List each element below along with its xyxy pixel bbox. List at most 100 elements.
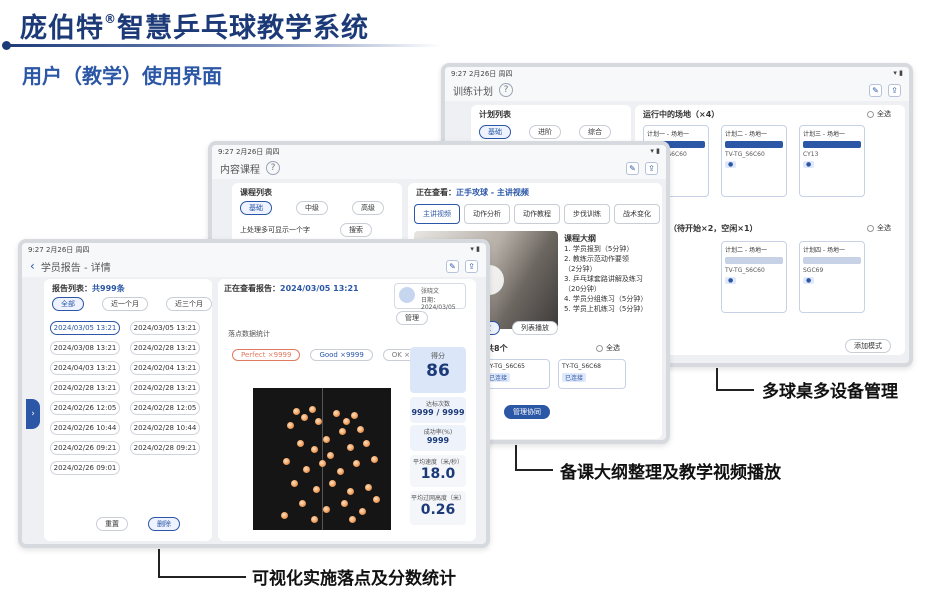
tab-motion-analysis[interactable]: 动作分析 xyxy=(464,204,510,224)
delete-button[interactable]: 删除 xyxy=(148,517,180,531)
status-bar: 9:27 2月26日 周四 ▾ ▮ xyxy=(445,67,909,79)
help-icon[interactable]: ? xyxy=(499,83,513,97)
top-bar: ‹ 学员报告 - 详情 ✎ ⇪ xyxy=(22,255,486,277)
landing-point xyxy=(351,412,358,419)
filter-mid[interactable]: 中级 xyxy=(296,201,328,215)
device-card[interactable]: TY-TG_S6C65 已连接 xyxy=(482,359,550,389)
landing-point xyxy=(349,516,356,523)
report-date[interactable]: 2024/02/28 13:21 xyxy=(130,381,200,395)
registered-mark: ® xyxy=(104,12,117,26)
filter-advanced[interactable]: 进阶 xyxy=(529,125,561,139)
running-field-panel: 运行中的场地（×4） 全选 计划一 - 场地一TV-TG_S6C60● 计划二 … xyxy=(635,105,905,355)
tab-footwork[interactable]: 步伐训练 xyxy=(564,204,610,224)
radio-icon xyxy=(867,110,874,118)
landing-point xyxy=(329,480,336,487)
report-date[interactable]: 2024/02/26 09:21 xyxy=(50,441,120,455)
count-box: 达标次数 9999 / 9999 xyxy=(410,397,466,423)
speed-value: 18.0 xyxy=(420,466,456,482)
score-label: 得分 xyxy=(431,352,445,360)
chart-title: 落点数据统计 xyxy=(228,330,270,338)
filter-basic[interactable]: 基础 xyxy=(240,201,272,215)
report-date[interactable]: 2024/03/05 13:21 xyxy=(130,321,200,335)
caption-visual-stats: 可视化实施落点及分数统计 xyxy=(252,569,456,589)
select-all-toggle[interactable]: 全选 xyxy=(596,343,620,353)
search-hint: 上处理多可显示一个字 xyxy=(240,226,310,234)
height-value: 0.26 xyxy=(420,502,456,518)
report-date[interactable]: 2024/02/04 13:21 xyxy=(130,361,200,375)
landing-point xyxy=(341,500,348,507)
page-title: 训练计划 xyxy=(453,86,493,98)
back-arrow-icon[interactable]: ‹ xyxy=(30,259,35,273)
landing-point xyxy=(323,436,330,443)
search-button[interactable]: 搜索 xyxy=(340,223,372,237)
outline-item: 3. 乒乓球套路讲解及练习（20分钟） xyxy=(564,275,643,293)
landing-point xyxy=(343,418,350,425)
status-bar: 9:27 2月26日 周四 ▾ ▮ xyxy=(212,145,666,157)
count-value: 9999 / 9999 xyxy=(411,408,465,417)
landing-point xyxy=(353,460,360,467)
device-card[interactable]: 计划三 - 场地一 CY13 ● xyxy=(799,125,865,197)
landing-point xyxy=(337,468,344,475)
filter-high[interactable]: 高级 xyxy=(352,201,384,215)
outline-title: 课程大纲 xyxy=(564,234,596,243)
landing-point xyxy=(309,406,316,413)
range-1m[interactable]: 近一个月 xyxy=(102,297,148,311)
edit-icon[interactable]: ✎ xyxy=(626,161,639,175)
report-date[interactable]: 2024/02/28 13:21 xyxy=(50,381,120,395)
landing-point xyxy=(303,466,310,473)
share-icon[interactable]: ⇪ xyxy=(645,161,658,175)
landing-point xyxy=(363,440,370,447)
select-all-toggle[interactable]: 全选 xyxy=(867,223,891,233)
landing-point xyxy=(365,484,372,491)
radio-icon xyxy=(867,224,874,232)
playlist-button[interactable]: 列表播放 xyxy=(512,321,558,335)
report-date[interactable]: 2024/02/26 10:44 xyxy=(50,421,120,435)
landing-point xyxy=(297,440,304,447)
select-all-toggle[interactable]: 全选 xyxy=(867,109,891,119)
device-card[interactable]: 计划二 - 场地一 TV-TG_S6C60 ● xyxy=(721,241,787,313)
connector-line xyxy=(716,389,754,391)
tab-tactics[interactable]: 战术变化 xyxy=(614,204,660,224)
range-3m[interactable]: 近三个月 xyxy=(166,297,212,311)
report-date[interactable]: 2024/03/08 13:21 xyxy=(50,341,120,355)
landing-point xyxy=(359,508,366,515)
speed-label: 平均速度（米/秒） xyxy=(412,459,464,466)
edit-icon[interactable]: ✎ xyxy=(446,259,459,273)
manage-button[interactable]: 管理 xyxy=(396,311,428,325)
report-date[interactable]: 2024/02/28 13:21 xyxy=(130,341,200,355)
add-mode-button[interactable]: 添加模式 xyxy=(845,339,891,353)
report-date[interactable]: 2024/02/26 09:01 xyxy=(50,461,120,475)
share-icon[interactable]: ⇪ xyxy=(465,259,478,273)
report-date[interactable]: 2024/02/28 12:05 xyxy=(130,401,200,415)
landing-point xyxy=(281,512,288,519)
filter-combined[interactable]: 综合 xyxy=(579,125,611,139)
report-date[interactable]: 2024/02/26 12:05 xyxy=(50,401,120,415)
report-date[interactable]: 2024/04/03 13:21 xyxy=(50,361,120,375)
rate-value: 9999 xyxy=(426,436,450,445)
help-icon[interactable]: ? xyxy=(266,161,280,175)
share-icon[interactable]: ⇪ xyxy=(888,83,901,97)
report-list-panel: 报告列表：共999条 全部 近一个月 近三个月 2024/03/05 13:21… xyxy=(44,279,212,541)
sync-button[interactable]: 管理协同 xyxy=(504,405,550,419)
report-date[interactable]: 2024/02/28 10:44 xyxy=(130,421,200,435)
expand-arrow-icon[interactable]: › xyxy=(26,399,40,429)
tab-main-video[interactable]: 主讲视频 xyxy=(414,204,460,224)
landing-point xyxy=(357,426,364,433)
tab-tutorial[interactable]: 动作教程 xyxy=(514,204,560,224)
report-date[interactable]: 2024/03/05 13:21 xyxy=(50,321,120,335)
edit-icon[interactable]: ✎ xyxy=(869,83,882,97)
slide-subtitle: 用户（教学）使用界面 xyxy=(22,64,222,88)
device-card[interactable]: 计划二 - 场地一 TV-TG_S6C60 ● xyxy=(721,125,787,197)
course-outline: 课程大纲 1. 学员报到（5分钟） 2. 教练示范动作要领 （2分钟） 3. 乒… xyxy=(564,233,656,314)
range-all[interactable]: 全部 xyxy=(52,297,84,311)
reset-button[interactable]: 重置 xyxy=(96,517,128,531)
top-bar: 内容课程 ? ✎ ⇪ xyxy=(212,157,666,179)
landing-point xyxy=(311,516,318,523)
device-card[interactable]: 计划四 - 场地一 SGC69 ● xyxy=(799,241,865,313)
device-card[interactable]: TY-TG_S6C68 已连接 xyxy=(558,359,626,389)
filter-basic[interactable]: 基础 xyxy=(479,125,511,139)
outline-item: （2分钟） xyxy=(564,265,597,273)
report-date[interactable]: 2024/02/28 09:21 xyxy=(130,441,200,455)
student-date: 日期：2024/03/05 xyxy=(421,297,456,311)
student-card[interactable]: 张晓文 日期：2024/03/05 xyxy=(394,283,466,311)
